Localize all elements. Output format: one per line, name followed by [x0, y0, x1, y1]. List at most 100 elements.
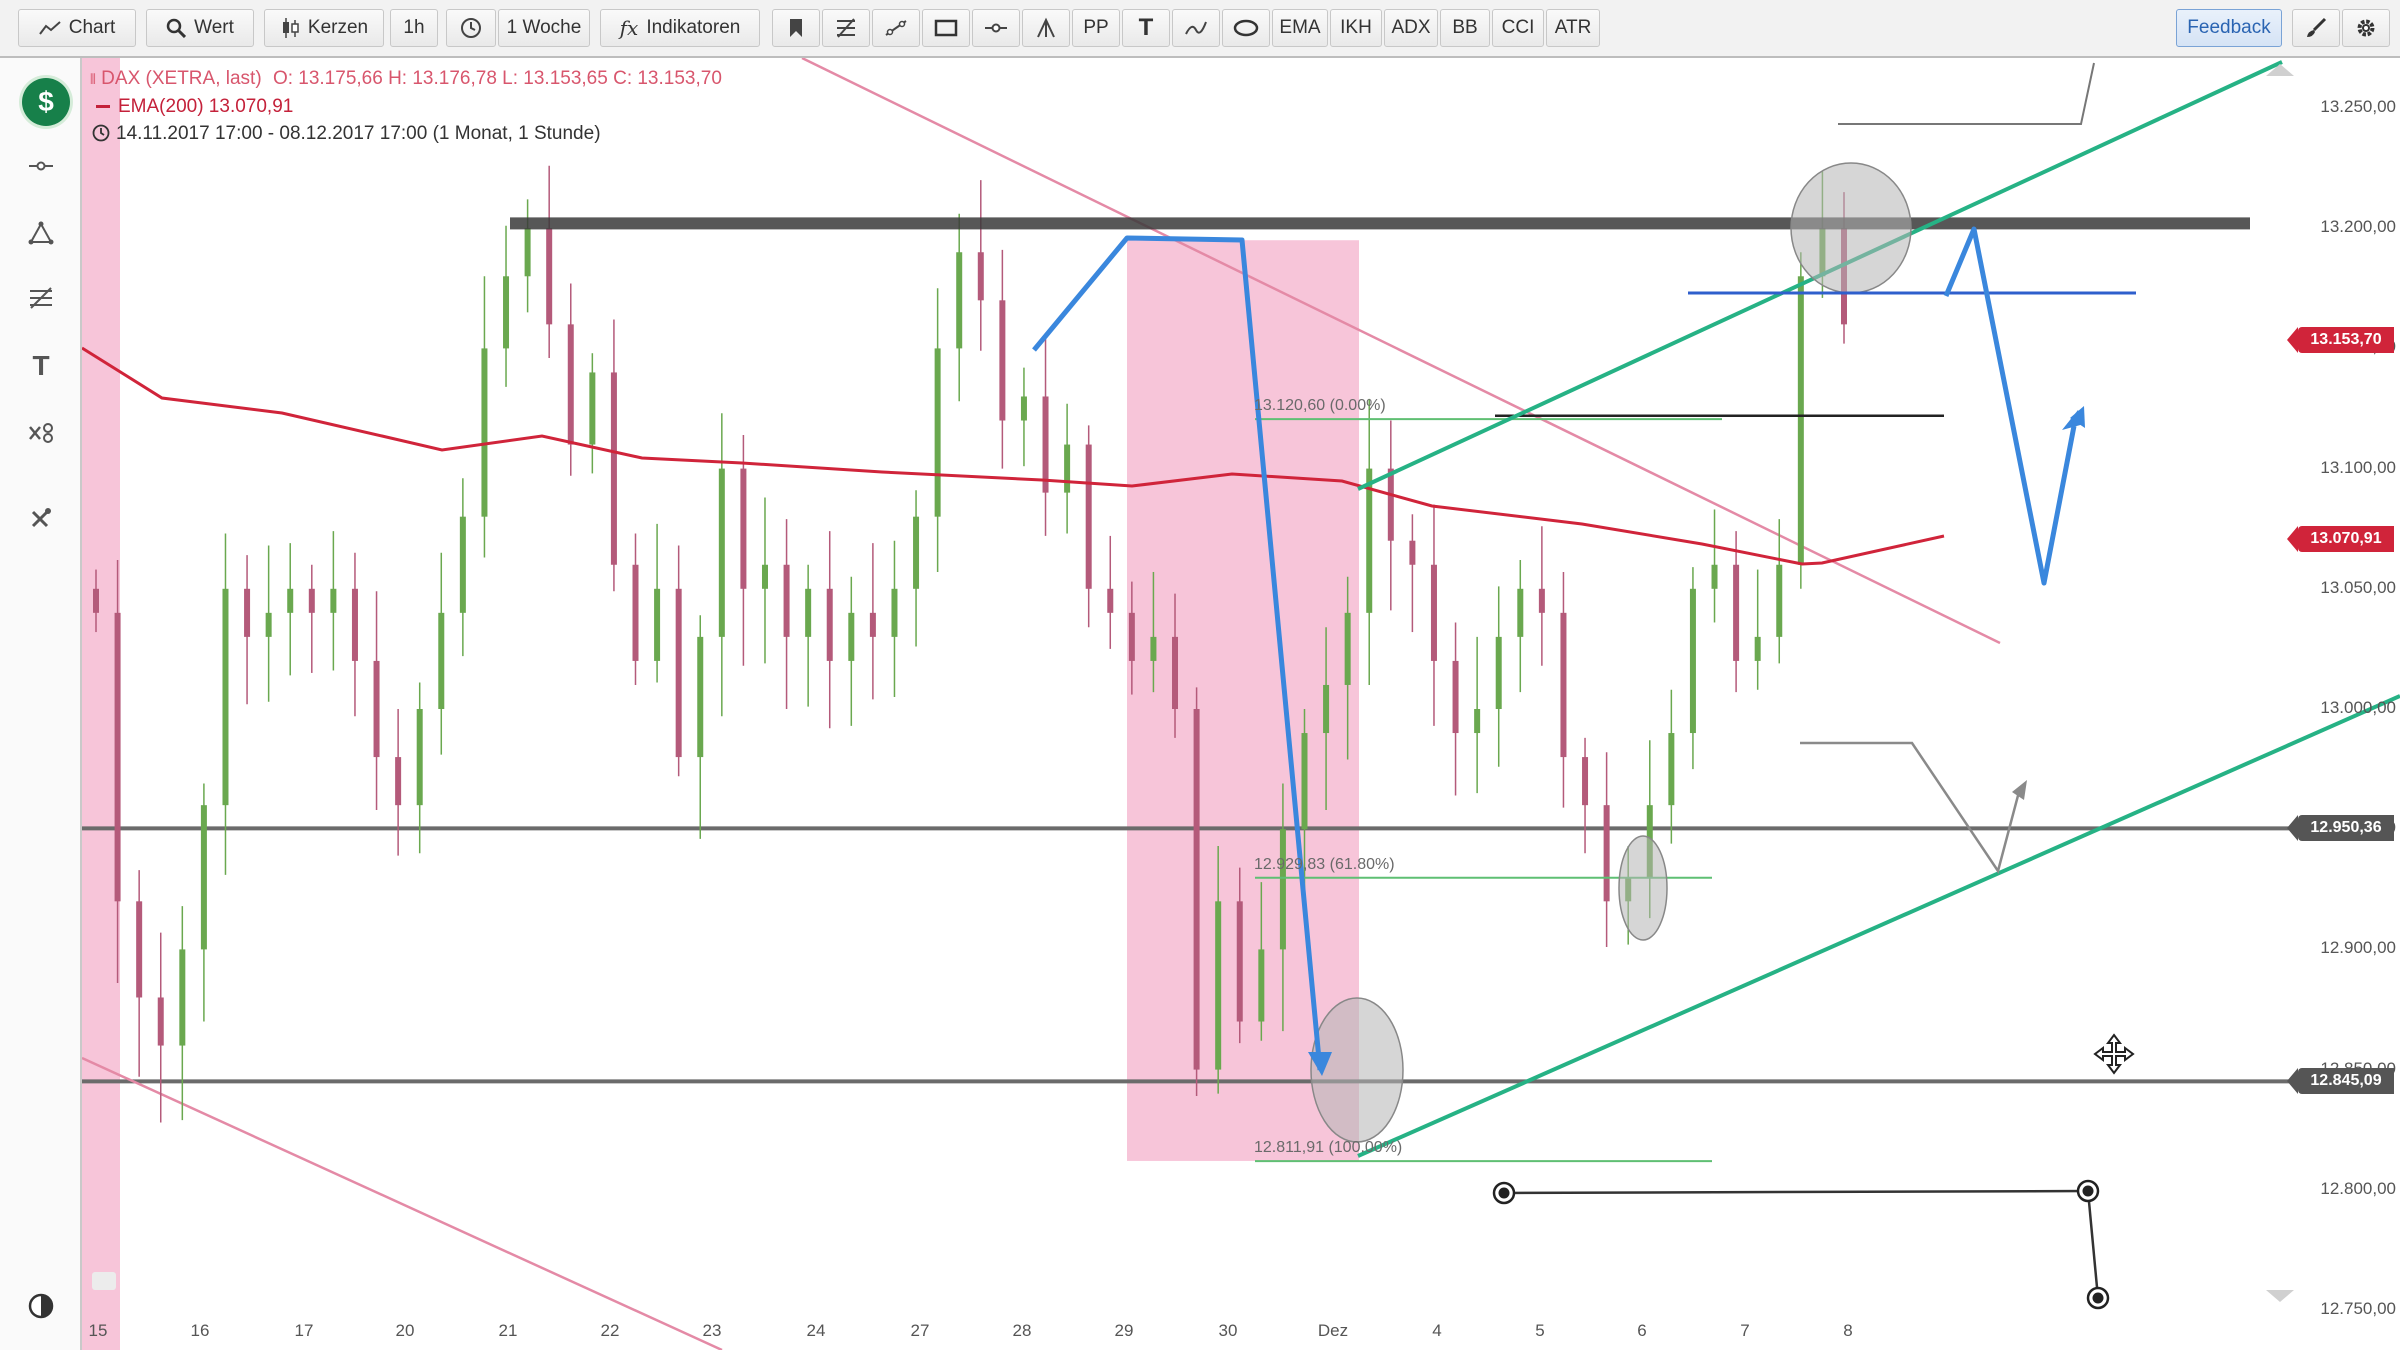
ikh-button[interactable]: IKH	[1330, 9, 1382, 47]
candle-body	[416, 709, 423, 806]
time-axis-label: 24	[806, 1321, 826, 1340]
highlight-zone	[82, 58, 120, 1350]
pitchfork-tool-button[interactable]	[1022, 9, 1070, 47]
time-axis-label: 28	[1012, 1321, 1032, 1340]
time-axis-label: 29	[1114, 1321, 1134, 1340]
candle-body	[503, 276, 510, 349]
cci-button[interactable]: CCI	[1492, 9, 1544, 47]
bookmark-icon	[790, 19, 802, 37]
candle-body	[697, 636, 704, 758]
candle-body	[1323, 684, 1330, 734]
arrow-head	[2012, 780, 2027, 800]
value-search-button[interactable]: Wert	[146, 9, 254, 47]
candle-body	[589, 372, 596, 445]
settings-button[interactable]	[2342, 9, 2390, 47]
candle-body	[1387, 468, 1394, 541]
candle-body	[459, 516, 466, 613]
chart-type-button[interactable]: Chart	[18, 9, 136, 47]
feedback-button[interactable]: Feedback	[2176, 9, 2282, 47]
candle-style-label: Kerzen	[307, 17, 369, 38]
sidebar-text-tool[interactable]: T	[18, 343, 64, 389]
time-axis-label: Dez	[1317, 1321, 1349, 1340]
measure-handle-dot	[1498, 1187, 1510, 1199]
price-axis-label: 13.050,00	[2320, 577, 2396, 597]
feedback-label: Feedback	[2187, 17, 2271, 38]
candle-body	[826, 588, 833, 661]
tools-icon	[31, 508, 51, 528]
adx-button[interactable]: ADX	[1384, 9, 1438, 47]
time-axis-label: 16	[190, 1321, 210, 1340]
app-logo[interactable]: $	[22, 78, 70, 126]
candle-body	[999, 300, 1006, 421]
period-button[interactable]: 1 Woche	[498, 9, 590, 47]
value-search-label: Wert	[194, 17, 234, 38]
candle-body	[330, 588, 337, 613]
time-axis-label: 17	[294, 1321, 314, 1340]
function-icon: fx	[619, 16, 639, 40]
fibonacci-label: 12.811,91 (100.00%)	[1254, 1139, 1403, 1157]
text-icon: T	[32, 350, 50, 381]
period-label: 1 Woche	[506, 17, 582, 38]
candle-body	[546, 228, 553, 325]
ema-button[interactable]: EMA	[1272, 9, 1328, 47]
atr-label: ATR	[1554, 17, 1592, 38]
clock-icon	[461, 18, 481, 38]
text-tool-button[interactable]: T	[1122, 9, 1170, 47]
contrast-toggle[interactable]	[18, 1283, 64, 1329]
sidebar-fibonacci-tool[interactable]	[18, 275, 64, 321]
ema-label: EMA	[1279, 17, 1321, 38]
candle-body	[265, 612, 272, 637]
candle-body	[1344, 612, 1351, 685]
time-axis-label: 8	[1843, 1321, 1853, 1340]
sidebar-delete-tool[interactable]	[18, 410, 64, 456]
sidebar-shape-tool[interactable]	[18, 210, 64, 256]
candle-body	[1236, 901, 1243, 1022]
ema-legend-text: EMA(200) 13.070,91	[118, 96, 294, 117]
time-axis-label: 5	[1535, 1321, 1545, 1340]
sidebar-line-tool[interactable]	[18, 143, 64, 189]
candle-body	[93, 588, 99, 613]
candle-body	[1797, 276, 1804, 565]
candle-body	[1020, 396, 1027, 421]
trendline-tool-button[interactable]	[872, 9, 920, 47]
date-range-text: 14.11.2017 17:00 - 08.12.2017 17:00 (1 M…	[116, 123, 601, 144]
measure-line	[1503, 1189, 2089, 1195]
candle-body	[481, 348, 488, 517]
adx-label: ADX	[1391, 17, 1431, 38]
bookmark-button[interactable]	[772, 9, 820, 47]
brush-button[interactable]	[2292, 9, 2340, 47]
time-axis-label: 21	[498, 1321, 518, 1340]
sidebar-tools-button[interactable]	[18, 495, 64, 541]
candle-body	[287, 588, 294, 613]
measure-handle-dot	[2082, 1185, 2094, 1197]
bb-button[interactable]: BB	[1440, 9, 1490, 47]
bb-label: BB	[1452, 17, 1478, 38]
text-icon: T	[1138, 14, 1154, 41]
price-axis-label: 12.800,00	[2320, 1178, 2396, 1198]
pivot-points-label: PP	[1083, 17, 1109, 38]
trendline-icon	[885, 20, 907, 36]
price-tag: 13.153,70	[2287, 326, 2394, 353]
rectangle-tool-button[interactable]	[922, 9, 970, 47]
period-clock-button[interactable]	[446, 9, 496, 47]
freehand-tool-button[interactable]	[1172, 9, 1220, 47]
candle-body	[157, 997, 164, 1046]
price-chart[interactable]	[82, 58, 2400, 1350]
indicators-button[interactable]: fx Indikatoren	[600, 9, 760, 47]
interval-button[interactable]: 1h	[390, 9, 438, 47]
measure-line	[2086, 1190, 2100, 1299]
candlestick-icon	[282, 18, 299, 38]
horizontal-line-tool-button[interactable]	[972, 9, 1020, 47]
pivot-points-button[interactable]: PP	[1072, 9, 1120, 47]
candle-body	[1776, 564, 1783, 637]
candle-style-button[interactable]: Kerzen	[264, 9, 384, 47]
ellipse-tool-button[interactable]	[1222, 9, 1270, 47]
candle-body	[1754, 636, 1761, 661]
delete-objects-icon	[29, 423, 53, 443]
atr-button[interactable]: ATR	[1546, 9, 1600, 47]
triangle-nodes-icon	[28, 221, 54, 245]
fibonacci-tool-button[interactable]	[822, 9, 870, 47]
candle-body	[1603, 805, 1610, 902]
instrument-name: DAX (XETRA, last)	[101, 68, 262, 89]
date-range: 14.11.2017 17:00 - 08.12.2017 17:00 (1 M…	[92, 123, 601, 145]
